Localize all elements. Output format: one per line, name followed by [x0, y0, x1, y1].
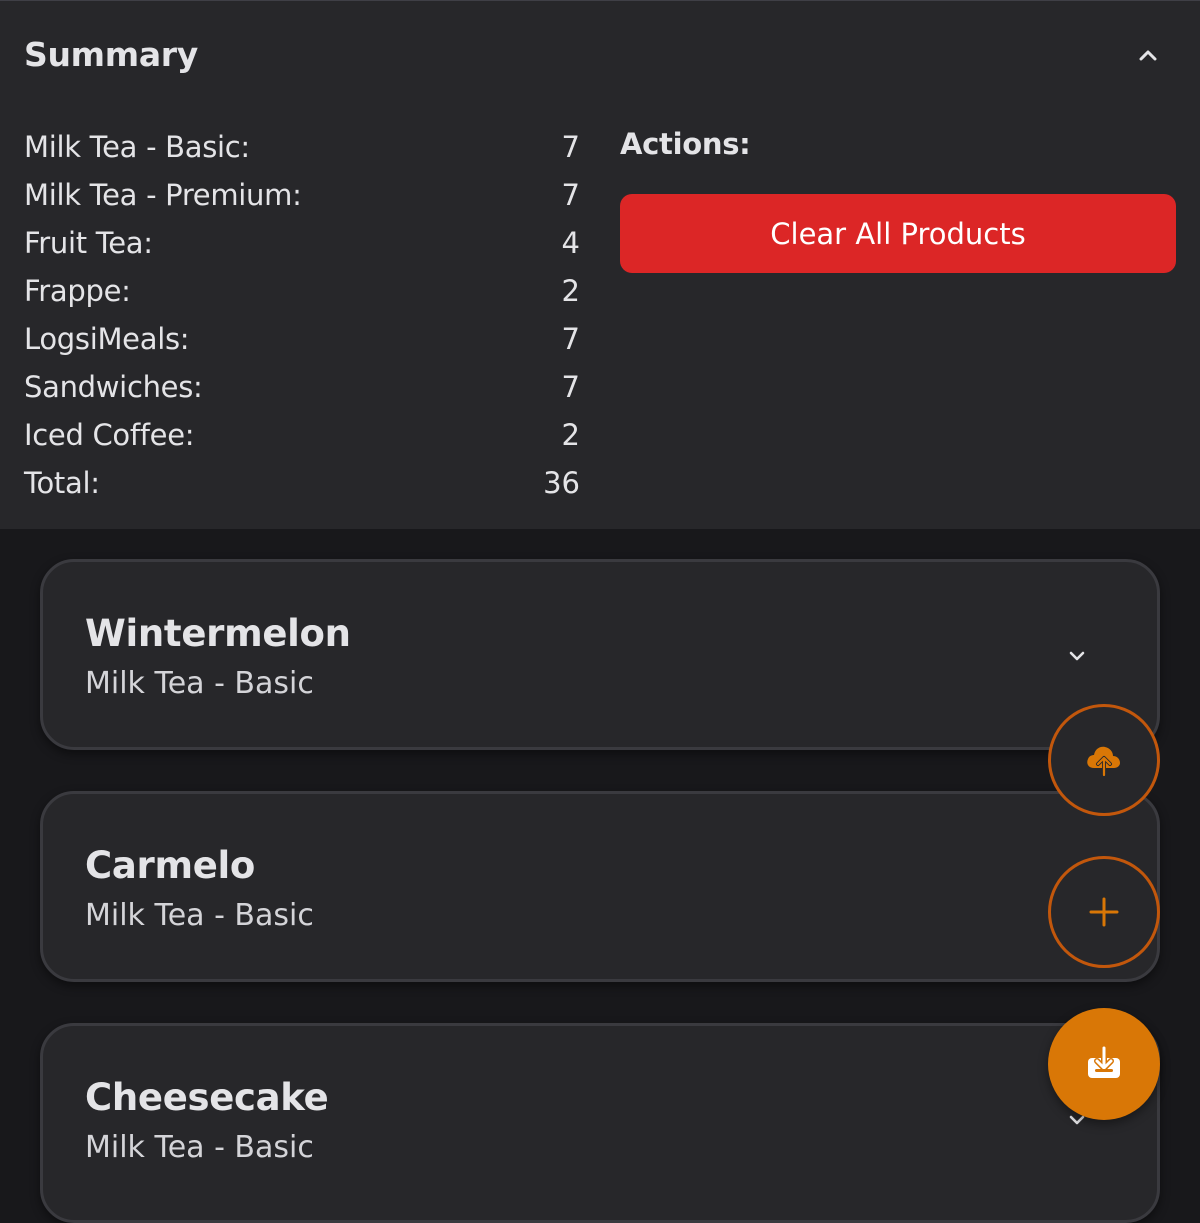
stat-value: 7 — [561, 130, 580, 164]
stat-label: LogsiMeals: — [24, 322, 190, 356]
stat-value: 7 — [561, 370, 580, 404]
product-category: Milk Tea - Basic — [85, 1130, 314, 1165]
plus-icon — [1089, 897, 1119, 927]
stat-value: 2 — [561, 418, 580, 452]
stat-row-iced-coffee: Iced Coffee: 2 — [24, 411, 580, 459]
stat-label: Total: — [24, 466, 100, 500]
product-name: Cheesecake — [85, 1076, 329, 1119]
stat-row-milk-tea-premium: Milk Tea - Premium: 7 — [24, 171, 580, 219]
stat-label: Frappe: — [24, 274, 131, 308]
product-category: Milk Tea - Basic — [85, 666, 314, 701]
stat-row-logsimeals: LogsiMeals: 7 — [24, 315, 580, 363]
stat-row-frappe: Frappe: 2 — [24, 267, 580, 315]
stat-row-milk-tea-basic: Milk Tea - Basic: 7 — [24, 123, 580, 171]
stat-label: Iced Coffee: — [24, 418, 195, 452]
stat-value: 36 — [543, 466, 580, 500]
expand-product-button[interactable] — [1059, 638, 1095, 674]
summary-stats: Milk Tea - Basic: 7 Milk Tea - Premium: … — [24, 123, 580, 507]
download-button[interactable] — [1048, 1008, 1160, 1120]
upload-button[interactable] — [1048, 704, 1160, 816]
cloud-upload-icon — [1087, 746, 1120, 777]
product-name: Carmelo — [85, 844, 256, 887]
stat-value: 4 — [561, 226, 580, 260]
actions-label: Actions: — [620, 127, 751, 161]
product-card[interactable]: Wintermelon Milk Tea - Basic — [40, 559, 1160, 750]
collapse-summary-button[interactable] — [1128, 35, 1168, 75]
product-category: Milk Tea - Basic — [85, 898, 314, 933]
product-card[interactable]: Cheesecake Milk Tea - Basic — [40, 1023, 1160, 1223]
product-name: Wintermelon — [85, 612, 351, 655]
stat-row-total: Total: 36 — [24, 459, 580, 507]
stat-row-fruit-tea: Fruit Tea: 4 — [24, 219, 580, 267]
stat-label: Fruit Tea: — [24, 226, 153, 260]
stat-value: 2 — [561, 274, 580, 308]
summary-title: Summary — [24, 35, 198, 74]
stat-label: Milk Tea - Basic: — [24, 130, 250, 164]
stat-value: 7 — [561, 322, 580, 356]
stat-label: Milk Tea - Premium: — [24, 178, 302, 212]
stat-label: Sandwiches: — [24, 370, 203, 404]
chevron-up-icon — [1139, 50, 1157, 61]
stat-row-sandwiches: Sandwiches: 7 — [24, 363, 580, 411]
summary-panel: Summary Milk Tea - Basic: 7 Milk Tea - P… — [0, 0, 1200, 529]
chevron-down-icon — [1069, 651, 1085, 661]
clear-all-products-button[interactable]: Clear All Products — [620, 194, 1176, 273]
add-product-button[interactable] — [1048, 856, 1160, 968]
stat-value: 7 — [561, 178, 580, 212]
download-tray-icon — [1088, 1045, 1120, 1078]
product-card[interactable]: Carmelo Milk Tea - Basic — [40, 791, 1160, 982]
